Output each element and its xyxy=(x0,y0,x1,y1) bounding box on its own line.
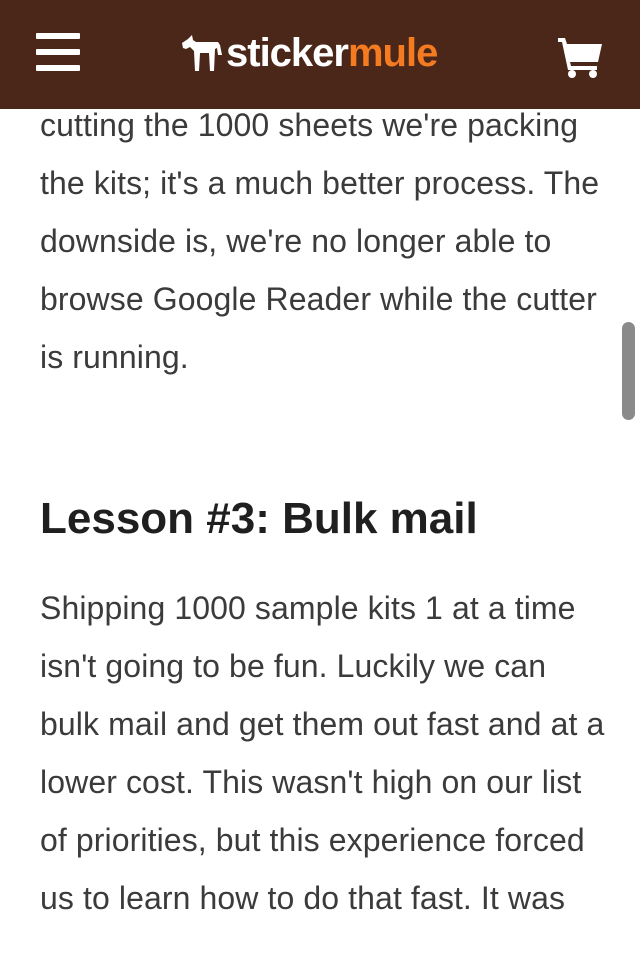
article-content: cutting the 1000 sheets we're packing th… xyxy=(0,0,640,959)
article-paragraph: cutting the 1000 sheets we're packing th… xyxy=(40,107,600,375)
mule-logo-icon xyxy=(182,35,222,71)
scrollbar-thumb[interactable] xyxy=(622,322,635,420)
section-heading: Lesson #3: Bulk mail xyxy=(40,494,478,543)
shopping-cart-icon[interactable] xyxy=(556,36,604,78)
sticker-mule-logo[interactable]: stickermule xyxy=(180,28,438,78)
hamburger-menu-icon[interactable] xyxy=(36,33,82,73)
article-paragraph: Shipping 1000 sample kits 1 at a time is… xyxy=(40,590,605,916)
top-navbar: stickermule xyxy=(0,0,640,109)
logo-text-sticker: sticker xyxy=(226,31,349,75)
logo-text-mule: mule xyxy=(347,31,438,75)
